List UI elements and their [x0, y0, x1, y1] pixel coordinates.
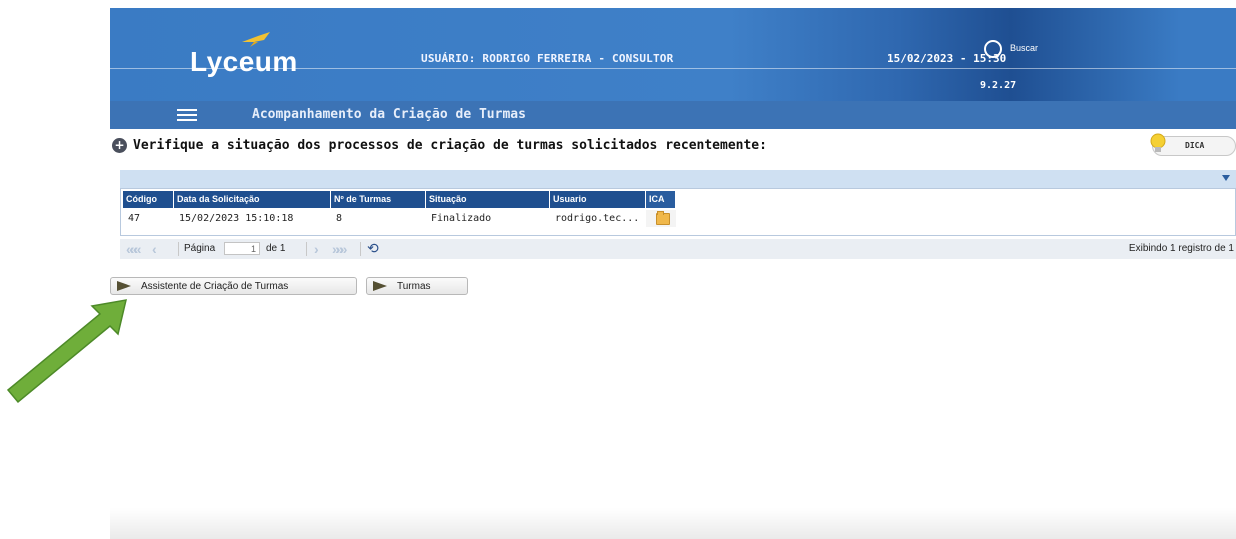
pager: ««« ‹ Página de 1 › »»» ⟲ Exibindo 1 reg… — [120, 239, 1236, 259]
column-header-turmas[interactable]: Nº de Turmas — [331, 191, 426, 208]
column-header-data[interactable]: Data da Solicitação — [174, 191, 331, 208]
header-bar: Lyceum USUÁRIO: RODRIGO FERREIRA - CONSU… — [110, 8, 1236, 101]
cell-action — [646, 210, 676, 227]
turmas-button[interactable]: Turmas — [366, 277, 468, 295]
search-icon — [984, 40, 1002, 58]
search-label: Buscar — [1010, 43, 1039, 53]
hamburger-menu-icon[interactable] — [177, 109, 197, 121]
assistente-button[interactable]: Assistente de Criação de Turmas — [110, 277, 357, 295]
cell-situacao: Finalizado — [431, 213, 492, 224]
next-page-icon[interactable]: › — [314, 242, 319, 256]
cell-codigo: 47 — [128, 213, 141, 224]
cell-turmas: 8 — [336, 213, 343, 224]
page-title: Acompanhamento da Criação de Turmas — [252, 107, 526, 122]
column-header-usuario[interactable]: Usuario — [550, 191, 646, 208]
last-page-icon[interactable]: »»» — [332, 242, 347, 256]
page-label: Página — [184, 243, 216, 254]
requests-grid: Código Data da Solicitação Nº de Turmas … — [120, 188, 1236, 236]
info-text: Verifique a situação dos processos de cr… — [133, 138, 767, 153]
previous-page-icon[interactable]: ‹ — [152, 242, 157, 256]
lyceum-logo[interactable]: Lyceum — [190, 46, 298, 78]
collapse-arrow-icon[interactable] — [1222, 175, 1230, 181]
lightbulb-icon — [1150, 133, 1166, 152]
search-button[interactable]: Buscar — [982, 38, 1052, 60]
cell-data: 15/02/2023 15:10:18 — [179, 213, 294, 224]
folder-icon[interactable] — [656, 211, 670, 225]
plus-circle-icon[interactable]: + — [112, 138, 127, 153]
page-of-label: de 1 — [266, 243, 286, 254]
dica-button[interactable]: DICA — [1150, 133, 1236, 156]
page-number-input[interactable] — [224, 242, 260, 255]
pager-separator — [178, 242, 179, 256]
column-header-extra[interactable]: ICA — [646, 191, 676, 208]
table-row[interactable]: 47 15/02/2023 15:10:18 8 Finalizado rodr… — [123, 210, 676, 227]
refresh-icon[interactable]: ⟲ — [367, 241, 379, 255]
assistente-button-label: Assistente de Criação de Turmas — [141, 281, 289, 292]
pager-separator — [360, 242, 361, 256]
footer-bar — [110, 508, 1236, 539]
cell-usuario: rodrigo.tec... — [555, 213, 640, 224]
dica-label: DICA — [1185, 141, 1205, 150]
play-arrow-icon — [373, 281, 387, 291]
pager-separator — [306, 242, 307, 256]
first-page-icon[interactable]: ««« — [126, 242, 141, 256]
user-info: USUÁRIO: RODRIGO FERREIRA - CONSULTOR — [421, 52, 674, 65]
grid-toolbar — [120, 170, 1236, 188]
column-header-situacao[interactable]: Situação — [426, 191, 550, 208]
grid-header: Código Data da Solicitação Nº de Turmas … — [123, 191, 676, 208]
app-window: Lyceum USUÁRIO: RODRIGO FERREIRA - CONSU… — [110, 8, 1236, 539]
pager-status: Exibindo 1 registro de 1 — [1128, 243, 1234, 254]
column-header-codigo[interactable]: Código — [123, 191, 174, 208]
turmas-button-label: Turmas — [397, 281, 431, 292]
info-row: + Verifique a situação dos processos de … — [110, 133, 1236, 159]
annotation-arrow-icon — [6, 299, 127, 404]
sub-header-bar: Acompanhamento da Criação de Turmas — [110, 101, 1236, 129]
version-text: 9.2.27 — [980, 80, 1017, 91]
